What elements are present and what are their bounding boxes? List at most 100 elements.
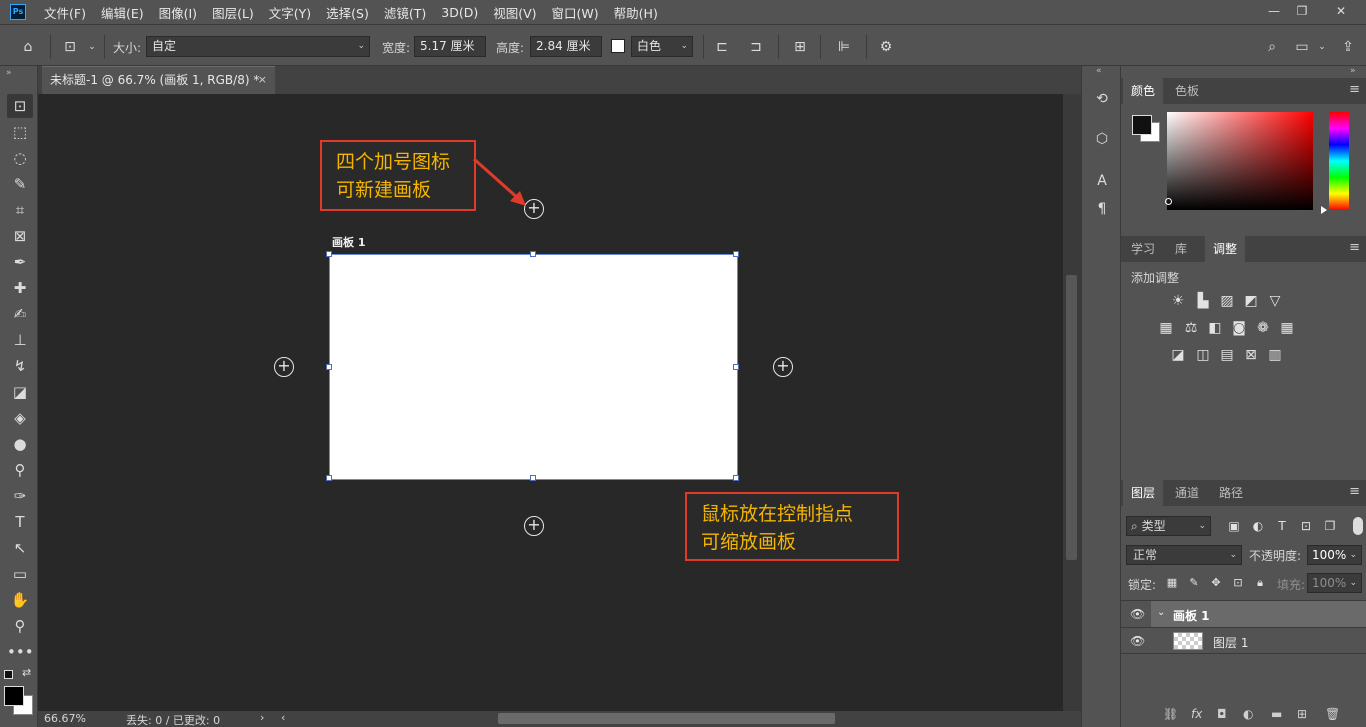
foreground-color-swatch[interactable] [4, 686, 24, 706]
posterize-icon[interactable]: ◫ [1194, 346, 1212, 364]
panel-menu-icon[interactable]: ≡ [1349, 240, 1360, 255]
resize-handle-bottom-right[interactable] [733, 475, 739, 481]
filter-adjustment-icon[interactable]: ◐ [1249, 517, 1267, 535]
foreground-color-chip[interactable] [1132, 115, 1152, 135]
channel-mixer-icon[interactable]: ❁ [1254, 319, 1272, 337]
resize-handle-top-left[interactable] [326, 251, 332, 257]
artboard[interactable] [326, 251, 739, 481]
filter-type-icon[interactable]: T [1273, 517, 1291, 535]
add-artboard-bottom-icon[interactable]: + [524, 516, 544, 536]
color-picker-cursor[interactable] [1165, 198, 1172, 205]
lock-transparency-icon[interactable]: ▦ [1163, 574, 1181, 592]
tab-paths[interactable]: 路径 [1211, 480, 1251, 506]
filter-pixel-icon[interactable]: ▣ [1225, 517, 1243, 535]
lock-position-icon[interactable]: ✥ [1207, 574, 1225, 592]
tab-adjustments[interactable]: 调整 [1205, 236, 1246, 262]
link-layers-icon[interactable]: ⛓ [1163, 707, 1178, 721]
artboard-label[interactable]: 画板 1 [332, 234, 365, 250]
swap-colors-icon[interactable]: ⇄ [22, 666, 31, 679]
path-select-tool-icon[interactable]: ↖ [7, 536, 33, 560]
home-icon[interactable]: ⌂ [18, 37, 38, 57]
selective-color-icon[interactable]: ⊠ [1242, 346, 1260, 364]
height-input[interactable]: 2.84 厘米 [530, 36, 602, 57]
tab-libraries[interactable]: 库 [1167, 236, 1195, 262]
eraser-tool-icon[interactable]: ◪ [7, 380, 33, 404]
curves-icon[interactable]: ▨ [1218, 292, 1236, 310]
menu-view[interactable]: 视图(V) [493, 3, 536, 22]
paragraph-panel-icon[interactable]: ¶ [1093, 200, 1111, 218]
lock-artboard-icon[interactable]: ⊡ [1229, 574, 1247, 592]
close-tab-icon[interactable]: × [258, 67, 267, 93]
filter-toggle[interactable] [1353, 517, 1363, 535]
black-white-icon[interactable]: ◧ [1206, 319, 1224, 337]
layer-mask-icon[interactable]: ◘ [1217, 707, 1227, 721]
frame-tool-icon[interactable]: ⊠ [7, 224, 33, 248]
zoom-tool-icon[interactable]: ⚲ [7, 614, 33, 638]
share-icon[interactable]: ⇪ [1338, 37, 1358, 57]
search-icon[interactable]: ⌕ [1262, 37, 1282, 57]
color-balance-icon[interactable]: ⚖ [1182, 319, 1200, 337]
chevron-down-icon[interactable]: ⌄ [1157, 607, 1165, 618]
opacity-input[interactable]: 100% ⌄ [1307, 545, 1362, 565]
menu-3d[interactable]: 3D(D) [441, 5, 478, 20]
chevron-left-icon[interactable]: ‹ [281, 711, 285, 724]
history-panel-icon[interactable]: ⟲ [1093, 90, 1111, 108]
3d-panel-icon[interactable]: ⬡ [1093, 130, 1111, 148]
invert-icon[interactable]: ◪ [1169, 346, 1187, 364]
delete-layer-icon[interactable]: 🗑︎ [1325, 707, 1340, 721]
menu-edit[interactable]: 编辑(E) [101, 3, 144, 22]
vertical-scroll-thumb[interactable] [1066, 275, 1077, 560]
rectangle-tool-icon[interactable]: ▭ [7, 562, 33, 586]
lock-all-icon[interactable]: 🔒︎ [1251, 574, 1269, 592]
resize-handle-right[interactable] [733, 364, 739, 370]
visibility-eye-icon[interactable]: 👁︎ [1130, 607, 1145, 621]
color-lookup-icon[interactable]: ▦ [1278, 319, 1296, 337]
close-icon[interactable]: ✕ [1332, 3, 1350, 19]
photo-filter-icon[interactable]: ◙ [1230, 319, 1248, 337]
history-brush-tool-icon[interactable]: ↯ [7, 354, 33, 378]
tab-learn[interactable]: 学习 [1123, 236, 1163, 262]
gear-icon[interactable]: ⚙ [876, 37, 896, 57]
gradient-map-icon[interactable]: ▥ [1266, 346, 1284, 364]
layer-filter-select[interactable]: ⌕ 类型 ⌄ [1126, 516, 1211, 536]
adjustment-layer-icon[interactable]: ◐ [1243, 707, 1253, 721]
artboard-tool-preset-icon[interactable]: ⊡ [60, 37, 80, 57]
filter-shape-icon[interactable]: ⊡ [1297, 517, 1315, 535]
paint-bucket-tool-icon[interactable]: ◈ [7, 406, 33, 430]
brush-tool-icon[interactable]: ✍ [7, 302, 33, 326]
crop-tool-icon[interactable]: ⌗ [7, 198, 33, 222]
horizontal-scroll-thumb[interactable] [498, 713, 835, 724]
hue-slider[interactable] [1329, 112, 1349, 210]
landscape-orientation-icon[interactable]: ⊐ [746, 37, 766, 57]
hand-tool-icon[interactable]: ✋ [7, 588, 33, 612]
default-colors-icon[interactable] [4, 670, 13, 679]
threshold-icon[interactable]: ▤ [1218, 346, 1236, 364]
menu-type[interactable]: 文字(Y) [269, 3, 311, 22]
eyedropper-tool-icon[interactable]: ✒ [7, 250, 33, 274]
color-swatch[interactable] [611, 39, 625, 53]
type-tool-icon[interactable]: T [7, 510, 33, 534]
group-folder-icon[interactable]: ▬ [1271, 707, 1282, 721]
tab-color[interactable]: 颜色 [1123, 78, 1164, 104]
color-field[interactable] [1167, 112, 1313, 210]
collapse-icon[interactable]: » [6, 68, 12, 78]
restore-icon[interactable]: ❐ [1293, 3, 1311, 19]
align-icon[interactable]: ⊫ [834, 37, 854, 57]
zoom-level[interactable]: 66.67% [44, 712, 86, 725]
blend-mode-select[interactable]: 正常 ⌄ [1126, 545, 1242, 565]
workspace-icon[interactable]: ▭ [1292, 37, 1312, 57]
collapse-icon[interactable]: « [1096, 66, 1102, 76]
character-panel-icon[interactable]: A [1093, 172, 1111, 190]
pen-tool-icon[interactable]: ✑ [7, 484, 33, 508]
artboard-tool-icon[interactable]: ⊡ [7, 94, 33, 118]
chevron-down-icon[interactable]: ⌄ [82, 37, 102, 57]
tab-channels[interactable]: 通道 [1167, 480, 1207, 506]
healing-brush-tool-icon[interactable]: ✚ [7, 276, 33, 300]
menu-help[interactable]: 帮助(H) [614, 3, 658, 22]
menu-file[interactable]: 文件(F) [44, 3, 86, 22]
portrait-orientation-icon[interactable]: ⊏ [712, 37, 732, 57]
panel-menu-icon[interactable]: ≡ [1349, 82, 1360, 97]
resize-handle-top-right[interactable] [733, 251, 739, 257]
layer-row-layer1[interactable]: 👁︎ 图层 1 [1121, 627, 1366, 654]
minimize-icon[interactable]: — [1265, 3, 1283, 19]
